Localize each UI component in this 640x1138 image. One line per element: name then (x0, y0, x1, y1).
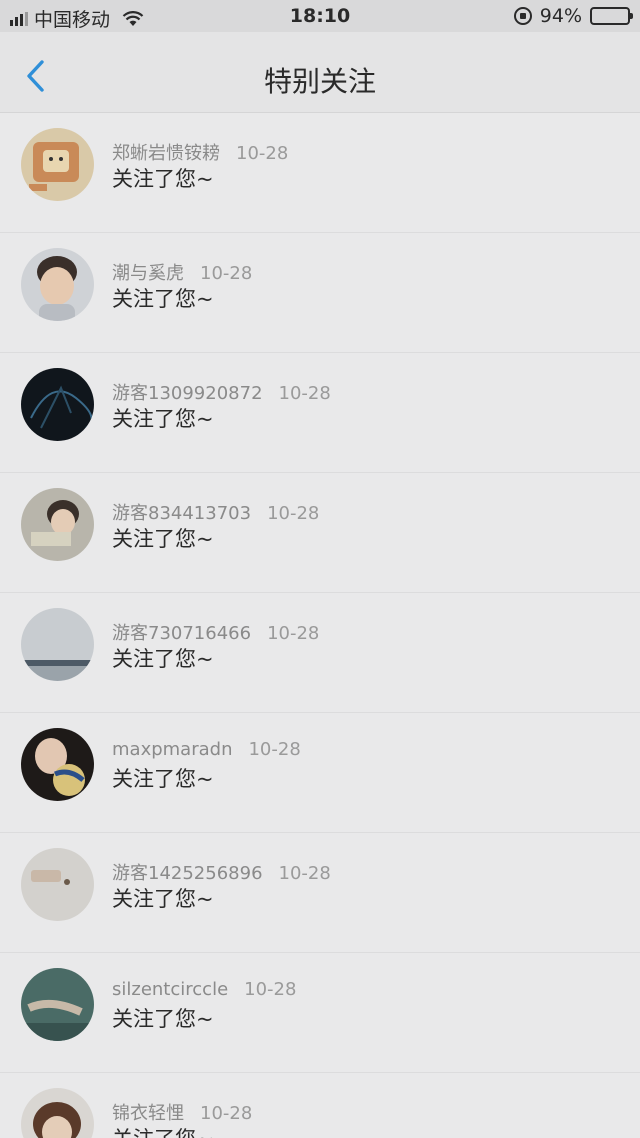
avatar[interactable] (21, 1088, 94, 1138)
item-meta: 潮与奚虎 10-28 (112, 259, 252, 285)
screen: 中国移动 18:10 94% 特别关注 郑蜥岩愦铵耪 10-28 关注了您~ 潮… (0, 0, 640, 1138)
message-text: 关注了您~ (112, 1007, 214, 1031)
item-meta: silzentcirccle 10-28 (112, 979, 296, 1000)
date-label: 10-28 (248, 739, 301, 760)
battery-icon (590, 7, 633, 25)
battery-percent: 94% (539, 5, 582, 27)
avatar[interactable] (21, 968, 94, 1041)
avatar[interactable] (21, 488, 94, 561)
list-item[interactable]: 游客1425256896 10-28 关注了您~ (0, 833, 640, 953)
avatar[interactable] (21, 248, 94, 321)
message-text: 关注了您~ (112, 287, 214, 311)
list-item[interactable]: 游客730716466 10-28 关注了您~ (0, 593, 640, 713)
date-label: 10-28 (267, 503, 320, 524)
message-text: 关注了您~ (112, 767, 214, 791)
message-text: 关注了您~ (112, 647, 214, 671)
list-item[interactable]: maxpmaradn 10-28 关注了您~ (0, 713, 640, 833)
rotation-lock-icon (513, 7, 532, 25)
username[interactable]: 游客1309920872 (112, 383, 263, 404)
item-meta: 游客730716466 10-28 (112, 619, 319, 645)
list-item[interactable]: 游客834413703 10-28 关注了您~ (0, 473, 640, 593)
status-right: 94% (513, 5, 633, 27)
page-title: 特别关注 (263, 65, 376, 98)
item-meta: 游客1425256896 10-28 (112, 859, 331, 885)
date-label: 10-28 (236, 143, 289, 164)
avatar[interactable] (21, 368, 94, 441)
username[interactable]: 潮与奚虎 (112, 263, 184, 284)
username[interactable]: maxpmaradn (112, 739, 232, 760)
message-text: 关注了您~ (112, 887, 214, 911)
item-meta: 郑蜥岩愦铵耪 10-28 (112, 139, 288, 165)
item-meta: 锦衣轻悝 10-28 (112, 1099, 252, 1125)
date-label: 10-28 (200, 263, 253, 284)
date-label: 10-28 (200, 1103, 253, 1124)
list-item[interactable]: 潮与奚虎 10-28 关注了您~ (0, 233, 640, 353)
date-label: 10-28 (278, 383, 331, 404)
item-meta: maxpmaradn 10-28 (112, 739, 301, 760)
message-text: 关注了您~ (112, 1123, 214, 1138)
date-label: 10-28 (278, 863, 331, 884)
nav-bar: 特别关注 (0, 32, 640, 113)
notification-list: 郑蜥岩愦铵耪 10-28 关注了您~ 潮与奚虎 10-28 关注了您~ 游客13… (0, 113, 640, 1138)
avatar[interactable] (21, 728, 94, 801)
avatar[interactable] (21, 128, 94, 201)
list-item[interactable]: 游客1309920872 10-28 关注了您~ (0, 353, 640, 473)
username[interactable]: 郑蜥岩愦铵耪 (112, 143, 220, 164)
list-item[interactable]: 锦衣轻悝 10-28 关注了您~ (0, 1073, 640, 1138)
item-meta: 游客1309920872 10-28 (112, 379, 331, 405)
username[interactable]: 锦衣轻悝 (112, 1103, 184, 1124)
message-text: 关注了您~ (112, 407, 214, 431)
message-text: 关注了您~ (112, 167, 214, 191)
date-label: 10-28 (267, 623, 320, 644)
list-item[interactable]: 郑蜥岩愦铵耪 10-28 关注了您~ (0, 113, 640, 233)
username[interactable]: silzentcirccle (112, 979, 228, 1000)
avatar[interactable] (21, 848, 94, 921)
username[interactable]: 游客730716466 (112, 623, 251, 644)
date-label: 10-28 (244, 979, 297, 1000)
message-text: 关注了您~ (112, 527, 214, 551)
status-bar: 中国移动 18:10 94% (0, 0, 640, 32)
list-item[interactable]: silzentcirccle 10-28 关注了您~ (0, 953, 640, 1073)
username[interactable]: 游客834413703 (112, 503, 251, 524)
item-meta: 游客834413703 10-28 (112, 499, 319, 525)
avatar[interactable] (21, 608, 94, 681)
username[interactable]: 游客1425256896 (112, 863, 263, 884)
